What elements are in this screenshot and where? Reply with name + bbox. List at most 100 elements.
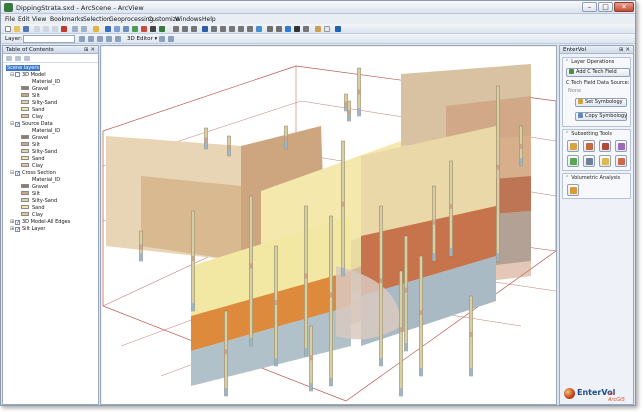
entervol-pin-close[interactable]: ⊞ ✕	[619, 46, 630, 54]
list-by-source-icon[interactable]	[15, 56, 21, 61]
modelbuilder-icon[interactable]	[159, 26, 165, 32]
target-center-icon[interactable]	[191, 26, 197, 32]
list-by-visibility-icon[interactable]	[24, 56, 30, 61]
legend-swatch	[21, 184, 29, 188]
isosurface-tool[interactable]	[567, 140, 579, 152]
layer-tool-2-icon[interactable]	[88, 36, 94, 42]
redo-icon[interactable]	[81, 26, 87, 32]
set-symbology-button[interactable]: Set Symbology	[575, 98, 627, 107]
find-icon[interactable]	[294, 26, 300, 32]
zoom-in-icon[interactable]	[220, 26, 226, 32]
menu-edit[interactable]: Edit	[18, 16, 30, 23]
add-ctech-field-label: Add C Tech Field	[576, 69, 617, 75]
copy-symbology-button[interactable]: Copy Symbology	[575, 112, 627, 121]
plume-tool[interactable]	[615, 140, 627, 152]
editor-tool-2-icon[interactable]	[168, 36, 174, 42]
layer-visibility-checkbox[interactable]	[15, 227, 20, 232]
maximize-button[interactable]: □	[598, 2, 613, 12]
menu-bar: File Edit View Bookmarks Selection Geopr…	[1, 14, 635, 24]
toc-pin-close[interactable]: ⊞ ✕	[84, 46, 95, 54]
menu-bookmarks[interactable]: Bookmarks	[50, 16, 84, 23]
toc-layer[interactable]: ⊟ 3D Model	[10, 72, 46, 79]
extract-tool[interactable]	[615, 155, 627, 167]
zoom-out-icon[interactable]	[229, 26, 235, 32]
borehole	[399, 270, 403, 397]
navigate-icon[interactable]	[173, 26, 179, 32]
toc-icon[interactable]	[114, 26, 120, 32]
thin-fence-tool[interactable]	[583, 155, 595, 167]
layer-tool-3-icon[interactable]	[97, 36, 103, 42]
add-data-icon[interactable]	[93, 26, 99, 32]
borehole-segment	[191, 256, 195, 261]
editor-tool-1-icon[interactable]	[159, 36, 165, 42]
thin-fence-icon	[586, 158, 593, 165]
slice-tool[interactable]	[583, 140, 595, 152]
minimize-button[interactable]: –	[582, 2, 597, 12]
render-icon[interactable]	[324, 26, 330, 32]
add-ctech-field-button[interactable]: Add C Tech Field	[566, 68, 630, 77]
delete-icon[interactable]	[61, 26, 67, 32]
3d-scene-canvas[interactable]	[101, 46, 557, 405]
copy-icon[interactable]	[43, 26, 49, 32]
expand-fov-icon[interactable]	[247, 26, 253, 32]
select-features-icon[interactable]	[267, 26, 273, 32]
new-icon[interactable]	[5, 26, 11, 32]
layer-visibility-checkbox[interactable]	[15, 72, 20, 77]
layer-tool-1-icon[interactable]	[79, 36, 85, 42]
borehole-segment	[432, 253, 436, 261]
zoom-in-out-icon[interactable]	[211, 26, 217, 32]
toc-layer[interactable]: ⊟Cross Section	[10, 170, 56, 177]
3d-editor-menu[interactable]: 3D Editor ▾	[127, 36, 157, 42]
python-icon[interactable]	[150, 26, 156, 32]
layer-visibility-checkbox[interactable]	[15, 122, 20, 127]
cut-tool[interactable]	[599, 140, 611, 152]
menu-file[interactable]: File	[5, 16, 15, 23]
measure-icon[interactable]	[303, 26, 309, 32]
layer-visibility-checkbox[interactable]	[15, 171, 20, 176]
narrow-fov-icon[interactable]	[238, 26, 244, 32]
full-extent-icon[interactable]	[256, 26, 262, 32]
entervol-header: EnterVol ⊞ ✕	[560, 46, 633, 54]
menu-help[interactable]: Help	[202, 16, 216, 23]
menu-geoprocessing[interactable]: Geoprocessing	[109, 16, 153, 23]
subsetting-tools-header[interactable]: Subsetting Tools	[563, 130, 630, 138]
save-icon[interactable]	[23, 26, 29, 32]
pan-icon[interactable]	[202, 26, 208, 32]
layer-tool-5-icon[interactable]	[115, 36, 121, 42]
list-by-drawing-order-icon[interactable]	[6, 56, 12, 61]
layer-dropdown[interactable]	[23, 35, 75, 43]
undo-icon[interactable]	[72, 26, 78, 32]
field-name: Material_ID	[32, 79, 61, 85]
fence-tool[interactable]	[567, 155, 579, 167]
close-button[interactable]: ✕	[614, 2, 634, 12]
layer-tool-4-icon[interactable]	[106, 36, 112, 42]
scene-properties-icon[interactable]	[105, 26, 111, 32]
entervol-toolbar-icon[interactable]	[335, 26, 341, 32]
volumetric-analysis-header[interactable]: Volumetric Analysis	[563, 174, 630, 182]
toc-root-scene-layers[interactable]: Scene layers	[6, 65, 40, 72]
menu-view[interactable]: View	[32, 16, 46, 23]
clear-selection-icon[interactable]	[276, 26, 282, 32]
animation-icon[interactable]	[315, 26, 321, 32]
toc-layer[interactable]: ⊟Source Data	[10, 121, 53, 128]
search-window-icon[interactable]	[132, 26, 138, 32]
arctoolbox-icon[interactable]	[141, 26, 147, 32]
subset-by-expression-tool[interactable]	[599, 155, 611, 167]
fly-icon[interactable]	[182, 26, 188, 32]
catalog-icon[interactable]	[123, 26, 129, 32]
menu-selection[interactable]: Selection	[83, 16, 111, 23]
layer-field-label: Material_ID	[32, 177, 60, 184]
layer-operations-header[interactable]: Layer Operations	[563, 58, 630, 66]
copy-symbology-icon	[578, 113, 583, 118]
menu-windows[interactable]: Windows	[175, 16, 202, 23]
open-icon[interactable]	[14, 26, 20, 32]
toc-layer[interactable]: ⊞Silt Layer	[10, 226, 45, 233]
borehole	[329, 215, 333, 387]
cut-icon[interactable]	[34, 26, 40, 32]
layer-visibility-checkbox[interactable]	[15, 220, 20, 225]
volumetrics-tool[interactable]	[567, 184, 579, 196]
paste-icon[interactable]	[52, 26, 58, 32]
identify-icon[interactable]	[285, 26, 291, 32]
scene-view[interactable]	[100, 45, 557, 405]
toc-layer[interactable]: ⊞3D Model-All Edges	[10, 219, 70, 226]
